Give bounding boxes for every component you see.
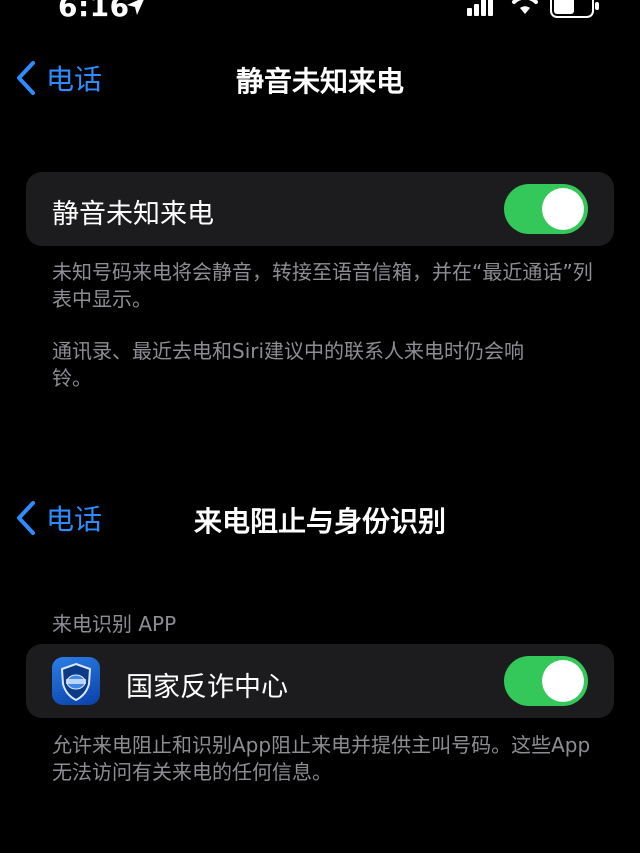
status-time: 6:16 xyxy=(58,0,130,23)
anti-fraud-app-icon xyxy=(52,657,100,705)
chevron-left-icon xyxy=(17,61,35,95)
chevron-left-icon xyxy=(17,501,35,535)
row-label: 静音未知来电 xyxy=(52,199,214,230)
silence-unknown-callers-toggle[interactable] xyxy=(504,184,588,234)
back-label: 电话 xyxy=(46,503,103,536)
anti-fraud-app-toggle[interactable] xyxy=(504,656,588,706)
page-title-2: 来电阻止与身份识别 xyxy=(193,505,446,538)
back-button-phone[interactable]: 电话 xyxy=(14,58,102,98)
wifi-icon xyxy=(512,0,538,14)
toggle-knob xyxy=(542,660,584,702)
back-label: 电话 xyxy=(46,63,103,96)
footnote-voicemail: 未知号码来电将会静音，转接至语音信箱，并在“最近通话”列表中显示。 xyxy=(52,260,593,311)
section-header-caller-id: 来电识别 APP xyxy=(52,612,177,636)
footnote-app-permissions: 允许来电阻止和识别App阻止来电并提供主叫号码。这些App无法访问有关来电的任何… xyxy=(52,733,591,784)
silence-unknown-callers-row: 静音未知来电 xyxy=(26,172,614,246)
caller-id-app-row: 国家反诈中心 xyxy=(26,644,614,718)
location-arrow-icon xyxy=(127,0,144,15)
app-name-label: 国家反诈中心 xyxy=(126,672,288,703)
battery-icon xyxy=(550,0,599,18)
cellular-signal-icon xyxy=(467,0,493,16)
back-button-phone-2[interactable]: 电话 xyxy=(14,498,102,538)
footnote-contacts-ring: 通讯录、最近去电和Siri建议中的联系人来电时仍会响铃。 xyxy=(52,339,525,390)
toggle-knob xyxy=(542,188,584,230)
shield-emblem-icon xyxy=(60,662,92,702)
page-title: 静音未知来电 xyxy=(235,65,404,98)
